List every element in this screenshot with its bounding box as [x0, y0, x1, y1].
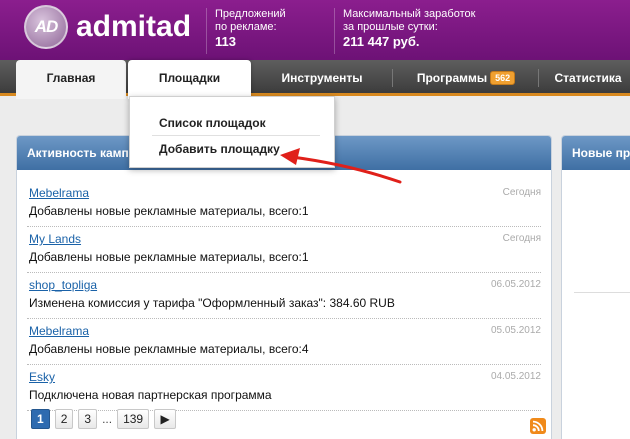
item-date: Сегодня [502, 187, 541, 198]
nav-home[interactable]: Главная [16, 60, 126, 99]
nav-divider [538, 69, 539, 87]
pagination: 1 2 3 ... 139 ▶ [31, 409, 181, 429]
logo[interactable]: AD admitad [24, 5, 191, 49]
nav-tools[interactable]: Инструменты [262, 60, 382, 96]
item-text: Добавлены новые рекламные материалы, все… [29, 342, 309, 356]
nav-statistics-label: Статистика [554, 71, 622, 85]
offers-stat-label-2: по рекламе: [215, 21, 277, 33]
new-programs-title: Новые пр [562, 136, 630, 170]
nav-divider [392, 69, 393, 87]
offers-stat-label-1: Предложений [215, 8, 286, 20]
item-text: Добавлены новые рекламные материалы, все… [29, 250, 309, 264]
main-nav: Главная Площадки Инструменты Программы 56… [0, 60, 630, 99]
list-item: Mebelrama Сегодня Добавлены новые реклам… [27, 184, 541, 227]
item-text: Добавлены новые рекламные материалы, все… [29, 204, 309, 218]
nav-tools-label: Инструменты [281, 71, 363, 85]
menu-item-add-platform[interactable]: Добавить площадку [159, 142, 280, 156]
earnings-stat: Максимальный заработок за прошлые сутки:… [334, 8, 534, 54]
offers-stat-value: 113 [215, 34, 236, 49]
list-item: shop_topliga 06.05.2012 Изменена комисси… [27, 276, 541, 319]
new-programs-panel: Новые пр [561, 135, 630, 439]
rss-icon[interactable] [530, 418, 546, 434]
item-date: Сегодня [502, 233, 541, 244]
item-text: Подключена новая партнерская программа [29, 388, 272, 402]
campaign-link[interactable]: shop_topliga [29, 278, 97, 292]
nav-programs[interactable]: Программы 562 [400, 60, 532, 96]
logo-text: admitad [76, 10, 192, 43]
earnings-stat-value: 211 447 руб. [343, 34, 420, 49]
pagination-ellipsis: ... [102, 412, 113, 426]
page-3-button[interactable]: 3 [78, 409, 98, 429]
annotation-arrow-icon [280, 148, 402, 184]
programs-count-badge: 562 [490, 71, 516, 85]
menu-item-platform-list[interactable]: Список площадок [159, 116, 266, 130]
item-date: 04.05.2012 [490, 371, 541, 382]
nav-statistics[interactable]: Статистика [546, 60, 630, 96]
item-text: Изменена комиссия у тарифа "Оформленный … [29, 296, 395, 310]
list-item: My Lands Сегодня Добавлены новые рекламн… [27, 230, 541, 273]
campaign-link[interactable]: My Lands [29, 232, 81, 246]
earnings-stat-label-1: Максимальный заработок [343, 8, 476, 20]
page-2-button[interactable]: 2 [54, 409, 74, 429]
page-last-button[interactable]: 139 [117, 409, 150, 429]
list-item: Mebelrama 05.05.2012 Добавлены новые рек… [27, 322, 541, 365]
site-header: AD admitad Предложений по рекламе: 113 М… [0, 0, 630, 60]
earnings-stat-label-2: за прошлые сутки: [343, 21, 438, 33]
nav-platforms-label: Площадки [158, 71, 221, 85]
page-1-button[interactable]: 1 [31, 409, 50, 429]
campaign-link[interactable]: Esky [29, 370, 55, 384]
menu-divider [152, 135, 320, 136]
offers-stat: Предложений по рекламе: 113 [206, 8, 326, 54]
nav-home-label: Главная [46, 71, 96, 85]
list-item: Esky 04.05.2012 Подключена новая партнер… [27, 368, 541, 411]
nav-platforms[interactable]: Площадки [128, 60, 251, 99]
item-date: 06.05.2012 [490, 279, 541, 290]
logo-badge-icon: AD [24, 5, 68, 49]
campaign-link[interactable]: Mebelrama [29, 324, 89, 338]
nav-programs-label: Программы [416, 71, 488, 85]
activity-feed: Mebelrama Сегодня Добавлены новые реклам… [27, 184, 541, 411]
campaign-link[interactable]: Mebelrama [29, 186, 89, 200]
item-date: 05.05.2012 [490, 325, 541, 336]
next-page-button[interactable]: ▶ [154, 409, 177, 429]
divider [574, 292, 630, 293]
